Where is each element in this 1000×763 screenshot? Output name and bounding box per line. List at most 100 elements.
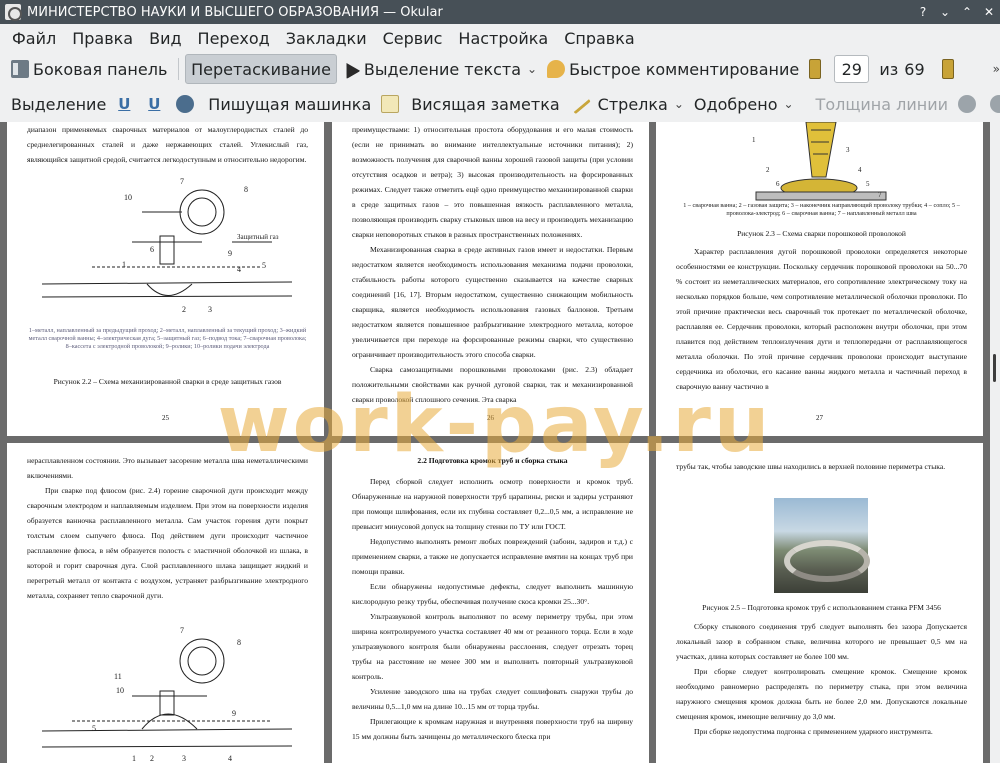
page-paragraph: При сварке под флюсом (рис. 2.4) горение… — [27, 486, 308, 600]
chevron-down-icon[interactable]: ⌄ — [783, 97, 793, 111]
diagram-label: 1 — [122, 260, 126, 269]
diagram-label: 5 — [866, 180, 870, 188]
drag-mode-label: Перетаскивание — [191, 59, 331, 79]
title-bar: МИНИСТЕРСТВО НАУКИ И ВЫСШЕГО ОБРАЗОВАНИЯ… — [0, 0, 1000, 24]
page-paragraph: Механизированная сварка в среде активных… — [352, 245, 633, 359]
squiggle-icon: U — [148, 95, 161, 113]
diagram-label: 4 — [228, 754, 232, 763]
diagram-label: 6 — [150, 245, 154, 254]
next-page-button[interactable] — [937, 54, 963, 84]
menu-file[interactable]: Файл — [4, 29, 64, 48]
page-paragraph: трубы так, чтобы заводские швы находилис… — [676, 462, 946, 471]
chevron-down-icon[interactable]: ⌄ — [527, 62, 537, 76]
squiggle-button[interactable]: U — [141, 89, 171, 119]
diagram-label: 2 — [766, 166, 770, 174]
menu-edit[interactable]: Правка — [64, 29, 141, 48]
submerged-arc-diagram: 7 8 11 10 1 2 3 4 5 9 — [41, 626, 293, 763]
menu-bookmarks[interactable]: Закладки — [278, 29, 375, 48]
page-paragraph: Усиление заводского шва на трубах следуе… — [352, 687, 633, 711]
selection-tool-button[interactable]: Выделение — [6, 89, 111, 119]
drag-mode-button[interactable]: Перетаскивание — [185, 54, 337, 84]
diagram-label: 6 — [776, 180, 780, 188]
stamp-type-label: Одобрено — [693, 94, 778, 114]
figure-legend: 1–металл, наплавленный за предыдущий про… — [28, 327, 307, 350]
menu-go[interactable]: Переход — [190, 29, 278, 48]
menu-settings[interactable]: Настройка — [450, 29, 556, 48]
page-number-value: 29 — [841, 59, 862, 79]
figure-caption: Рисунок 2.3 – Схема сварки порошковой пр… — [737, 229, 906, 238]
page-number: 27 — [816, 414, 823, 422]
quick-comment-button[interactable]: Быстрое комментирование — [542, 54, 804, 84]
diagram-label: 7 — [180, 177, 184, 186]
hanging-note-label: Висящая заметка — [411, 94, 560, 114]
diagram-label: 8 — [244, 185, 248, 194]
diagram-label: 3 — [846, 146, 850, 154]
diagram-label: 3 — [182, 754, 186, 763]
toolbar-overflow-icon[interactable]: » — [993, 62, 1000, 76]
annotation-toolbar: Выделение U U Пишущая машинка Висящая за… — [0, 87, 1000, 121]
page-paragraph: Ультразвуковой контроль выполняют по все… — [352, 612, 633, 681]
stamp-button[interactable] — [171, 89, 203, 119]
page-paragraph: Перед сборкой следует исполнить осмотр п… — [352, 477, 633, 531]
next-page-icon — [941, 59, 954, 79]
stamp-type-button[interactable]: Одобрено ⌄ — [689, 89, 799, 119]
minimize-icon[interactable]: ⌄ — [934, 0, 956, 24]
page-paragraph: Сварка самозащитными порошковыми проволо… — [352, 365, 633, 404]
menu-help[interactable]: Справка — [556, 29, 643, 48]
typewriter-button[interactable]: Пишущая машинка — [203, 89, 376, 119]
document-page-26: преимуществами: 1) относительная простот… — [332, 122, 649, 436]
comment-icon — [547, 60, 566, 78]
diagram-label: 2 — [182, 305, 186, 314]
arrow-tool-button[interactable]: Стрелка ⌄ — [565, 89, 689, 119]
note-icon — [381, 95, 400, 113]
figure-caption: Рисунок 2.5 – Подготовка кромок труб с и… — [702, 603, 941, 612]
diagram-label: 4 — [858, 166, 862, 174]
diagram-label: 1 — [132, 754, 136, 763]
page-paragraph: Характер расплавления дугой порошковой п… — [676, 247, 967, 391]
document-page-29: 2.2 Подготовка кромок труб и сборка стык… — [332, 443, 649, 763]
diagram-label: 1 — [752, 136, 756, 144]
text-selection-button[interactable]: Выделение текста ⌄ — [337, 54, 542, 84]
help-icon[interactable]: ? — [912, 0, 934, 24]
maximize-icon[interactable]: ⌃ — [956, 0, 978, 24]
arrow-tool-label: Стрелка — [597, 94, 668, 114]
chevron-down-icon[interactable]: ⌄ — [674, 97, 684, 111]
page-total-label: 69 — [904, 59, 925, 79]
menu-view[interactable]: Вид — [141, 29, 189, 48]
diagram-label: 10 — [116, 686, 124, 695]
diagram-label: 8 — [237, 638, 241, 647]
hanging-note-button[interactable]: Висящая заметка — [376, 89, 564, 119]
quick-comment-label: Быстрое комментирование — [569, 59, 800, 79]
vertical-scrollbar[interactable] — [990, 122, 1000, 763]
page-paragraph: преимуществами: 1) относительная простот… — [352, 125, 633, 239]
document-page-28: нерасплавленном состоянии. Это вызывает … — [7, 443, 324, 763]
palette-icon — [958, 95, 977, 113]
previous-page-button[interactable] — [804, 54, 830, 84]
sidebar-button[interactable]: Боковая панель — [6, 54, 172, 84]
scrollbar-thumb[interactable] — [993, 354, 996, 382]
document-page-25: диапазон применяемых сварочных материало… — [7, 122, 324, 436]
diagram-label: 7 — [180, 626, 184, 635]
menu-tools[interactable]: Сервис — [375, 29, 451, 48]
page-paragraph: Недопустимо выполнять ремонт любых повре… — [352, 537, 633, 576]
underline-button[interactable]: U — [111, 89, 141, 119]
diagram-label: 9 — [232, 709, 236, 718]
page-paragraph: Если обнаружены недопустимые дефекты, сл… — [352, 582, 633, 606]
page-paragraph: Сборку стыкового соединения труб следует… — [676, 622, 967, 661]
line-width-button[interactable]: Толщина линии — [811, 89, 954, 119]
page-paragraph: При сборке следует контролировать смещен… — [676, 667, 967, 721]
color-button[interactable] — [953, 89, 985, 119]
line-width-label: Толщина линии — [815, 94, 949, 114]
diagram-label: 10 — [124, 193, 132, 202]
opacity-button[interactable] — [985, 89, 1000, 119]
diagram-label: 7 — [878, 191, 882, 199]
document-view[interactable]: диапазон применяемых сварочных материало… — [0, 122, 990, 763]
page-number: 26 — [487, 414, 494, 422]
page-number-input[interactable]: 29 — [834, 55, 870, 83]
diagram-label: 2 — [150, 754, 154, 763]
close-icon[interactable]: ✕ — [978, 0, 1000, 24]
diagram-label: Защитный газ — [237, 233, 279, 241]
stamp-icon — [176, 95, 195, 113]
okular-app-icon — [5, 4, 22, 21]
pipe-edge-preparation-photo — [774, 498, 870, 593]
